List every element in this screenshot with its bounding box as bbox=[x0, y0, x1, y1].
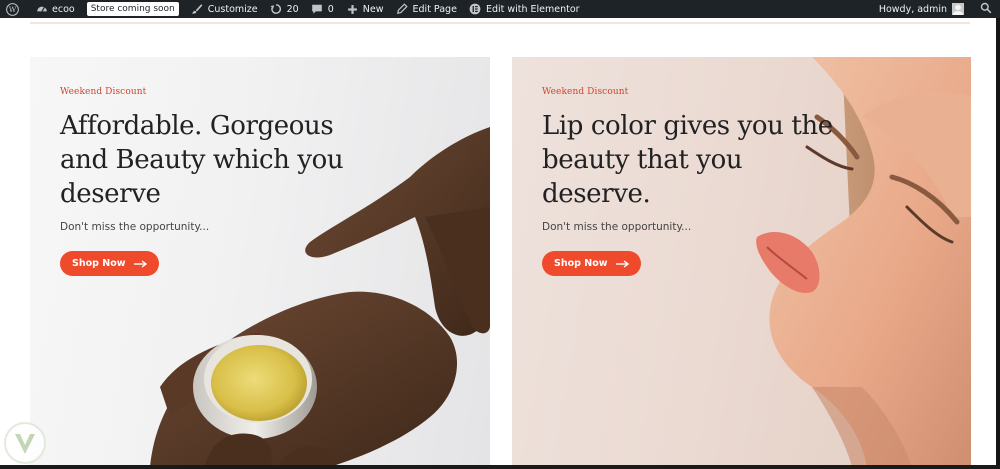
wordpress-icon: W bbox=[6, 2, 19, 16]
svg-text:W: W bbox=[9, 5, 17, 14]
updates-link[interactable]: 20 bbox=[264, 0, 305, 18]
header-divider bbox=[30, 18, 970, 24]
banner-content: Weekend Discount Lip color gives you the… bbox=[542, 87, 833, 276]
wordpress-logo-button[interactable]: W bbox=[0, 0, 29, 18]
new-label: New bbox=[362, 3, 384, 15]
shop-now-button[interactable]: Shop Now bbox=[60, 251, 159, 276]
banner-subtitle: Don't miss the opportunity... bbox=[60, 221, 210, 233]
updates-count: 20 bbox=[286, 3, 299, 15]
pencil-icon bbox=[396, 3, 409, 16]
howdy-label: Howdy, admin bbox=[878, 3, 947, 15]
heading-line: deserve. bbox=[542, 179, 651, 209]
edit-page-label: Edit Page bbox=[412, 3, 457, 15]
paintbrush-icon bbox=[191, 3, 204, 16]
new-content-menu[interactable]: New bbox=[340, 0, 390, 18]
dashboard-icon bbox=[35, 3, 48, 16]
store-status[interactable]: Store coming soon bbox=[81, 0, 185, 18]
arrow-right-icon bbox=[133, 259, 147, 268]
edit-elementor-label: Edit with Elementor bbox=[485, 3, 580, 15]
watermark-logo bbox=[4, 422, 46, 464]
admin-search-button[interactable] bbox=[970, 2, 1000, 17]
heading-line: Affordable. Gorgeous bbox=[60, 111, 334, 141]
heading-line: Lip color gives you the bbox=[542, 111, 833, 141]
customize-link[interactable]: Customize bbox=[185, 0, 264, 18]
comment-icon bbox=[311, 3, 324, 16]
store-coming-soon-badge: Store coming soon bbox=[86, 2, 179, 16]
shop-now-button[interactable]: Shop Now bbox=[542, 251, 641, 276]
wp-admin-bar: W ecoo Store coming soon Customize 20 0 … bbox=[0, 0, 1000, 18]
banner-content: Weekend Discount Affordable. Gorgeous an… bbox=[60, 87, 344, 276]
heading-line: and Beauty which you bbox=[60, 145, 344, 175]
edit-elementor-link[interactable]: Edit with Elementor bbox=[463, 0, 586, 18]
banner-heading: Lip color gives you the beauty that you … bbox=[542, 109, 833, 211]
banner-subtitle: Don't miss the opportunity... bbox=[542, 221, 692, 233]
updates-icon bbox=[270, 3, 283, 16]
shop-now-label: Shop Now bbox=[554, 258, 608, 269]
arrow-right-icon bbox=[615, 259, 629, 268]
edit-page-link[interactable]: Edit Page bbox=[390, 0, 463, 18]
shop-now-label: Shop Now bbox=[72, 258, 126, 269]
account-menu[interactable]: Howdy, admin bbox=[873, 0, 970, 18]
search-icon bbox=[980, 2, 992, 17]
customize-label: Customize bbox=[207, 3, 258, 15]
avatar bbox=[952, 3, 964, 15]
plus-icon bbox=[346, 3, 359, 16]
elementor-icon bbox=[469, 3, 482, 16]
window-edge bbox=[996, 18, 1000, 469]
comments-count: 0 bbox=[327, 3, 334, 15]
window-bottom-edge bbox=[0, 465, 1000, 469]
eyebrow-label: Weekend Discount bbox=[542, 87, 629, 97]
banner-lip-color[interactable]: Weekend Discount Lip color gives you the… bbox=[512, 57, 971, 467]
site-name-label: ecoo bbox=[52, 3, 75, 15]
banner-heading: Affordable. Gorgeous and Beauty which yo… bbox=[60, 109, 344, 211]
eyebrow-label: Weekend Discount bbox=[60, 87, 147, 97]
banner-skincare[interactable]: Weekend Discount Affordable. Gorgeous an… bbox=[30, 57, 490, 467]
heading-line: beauty that you bbox=[542, 145, 743, 175]
heading-line: deserve bbox=[60, 179, 161, 209]
comments-link[interactable]: 0 bbox=[305, 0, 340, 18]
site-name-menu[interactable]: ecoo bbox=[29, 0, 81, 18]
